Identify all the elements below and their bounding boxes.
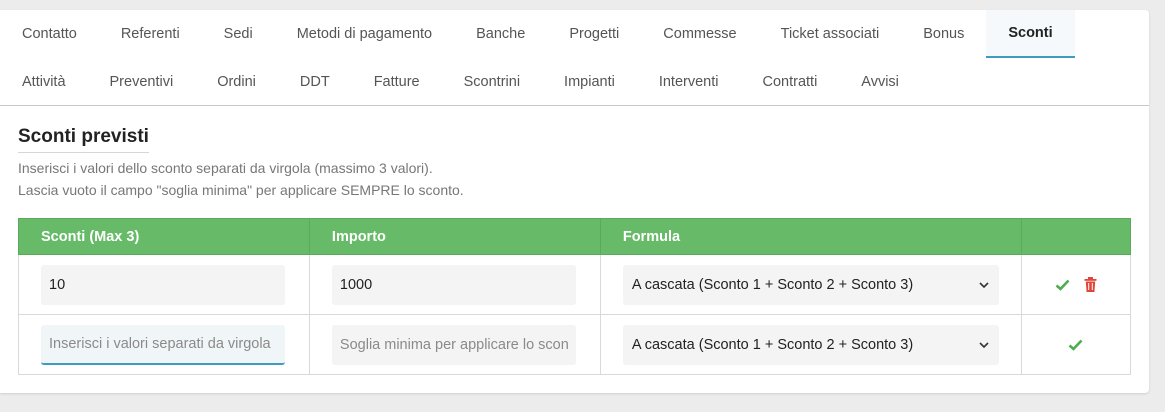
table-row: A cascata (Sconto 1 + Sconto 2 + Sconto … <box>18 254 1132 315</box>
tab-fatture[interactable]: Fatture <box>352 58 442 106</box>
tabs-row-1: Contatto Referenti Sedi Metodi di pagame… <box>0 10 1075 58</box>
chevron-down-icon <box>979 278 989 292</box>
check-icon[interactable] <box>1068 339 1083 351</box>
header-actions <box>1020 218 1132 255</box>
cell-formula-new: A cascata (Sconto 1 + Sconto 2 + Sconto … <box>599 314 1022 375</box>
importo-input[interactable] <box>331 264 576 305</box>
table-row-new: A cascata (Sconto 1 + Sconto 2 + Sconto … <box>18 314 1132 375</box>
sconti-input[interactable] <box>41 264 285 305</box>
tab-contratti[interactable]: Contratti <box>740 58 839 106</box>
tab-ordini[interactable]: Ordini <box>195 58 278 106</box>
tab-attivita[interactable]: Attività <box>0 58 88 106</box>
new-importo-input[interactable] <box>331 324 576 365</box>
tab-preventivi[interactable]: Preventivi <box>88 58 196 106</box>
tab-bonus[interactable]: Bonus <box>901 10 986 58</box>
check-icon[interactable] <box>1055 279 1070 291</box>
help-text-1: Inserisci i valori dello sconto separati… <box>18 160 433 176</box>
tab-scontrini[interactable]: Scontrini <box>442 58 542 106</box>
card: Contatto Referenti Sedi Metodi di pagame… <box>0 10 1149 393</box>
section-title: Sconti previsti <box>18 126 149 153</box>
cell-actions <box>1020 254 1132 315</box>
tab-sconti[interactable]: Sconti <box>986 10 1075 58</box>
tab-banche[interactable]: Banche <box>454 10 547 58</box>
tabs-row-2: Attività Preventivi Ordini DDT Fatture S… <box>0 58 921 106</box>
tab-ddt[interactable]: DDT <box>278 58 352 106</box>
tab-contatto[interactable]: Contatto <box>0 10 99 58</box>
tab-ticket-associati[interactable]: Ticket associati <box>759 10 902 58</box>
cell-sconti-new <box>18 314 310 375</box>
trash-icon[interactable] <box>1084 277 1097 292</box>
header-importo: Importo <box>308 218 601 255</box>
tab-commesse[interactable]: Commesse <box>641 10 758 58</box>
table-header-row: Sconti (Max 3) Importo Formula <box>18 218 1132 255</box>
tab-sedi[interactable]: Sedi <box>202 10 275 58</box>
cell-formula: A cascata (Sconto 1 + Sconto 2 + Sconto … <box>599 254 1022 315</box>
formula-select-value: A cascata (Sconto 1 + Sconto 2 + Sconto … <box>631 276 914 293</box>
tab-impianti[interactable]: Impianti <box>542 58 637 106</box>
cell-importo-new <box>308 314 601 375</box>
cell-sconti <box>18 254 310 315</box>
tab-progetti[interactable]: Progetti <box>547 10 641 58</box>
new-formula-select-value: A cascata (Sconto 1 + Sconto 2 + Sconto … <box>631 336 914 353</box>
cell-actions-new <box>1020 314 1132 375</box>
new-formula-select[interactable]: A cascata (Sconto 1 + Sconto 2 + Sconto … <box>622 324 999 365</box>
new-sconti-input[interactable] <box>41 324 285 365</box>
header-sconti: Sconti (Max 3) <box>18 218 310 255</box>
help-text-2: Lascia vuoto il campo "soglia minima" pe… <box>18 182 464 198</box>
cell-importo <box>308 254 601 315</box>
tabs-divider <box>0 105 1149 106</box>
discounts-table: Sconti (Max 3) Importo Formula A cascata… <box>18 218 1132 375</box>
chevron-down-icon <box>979 338 989 352</box>
header-formula: Formula <box>599 218 1022 255</box>
tab-avvisi[interactable]: Avvisi <box>839 58 921 106</box>
tab-metodi-di-pagamento[interactable]: Metodi di pagamento <box>275 10 454 58</box>
tab-interventi[interactable]: Interventi <box>637 58 741 106</box>
formula-select[interactable]: A cascata (Sconto 1 + Sconto 2 + Sconto … <box>622 264 999 305</box>
tab-referenti[interactable]: Referenti <box>99 10 202 58</box>
